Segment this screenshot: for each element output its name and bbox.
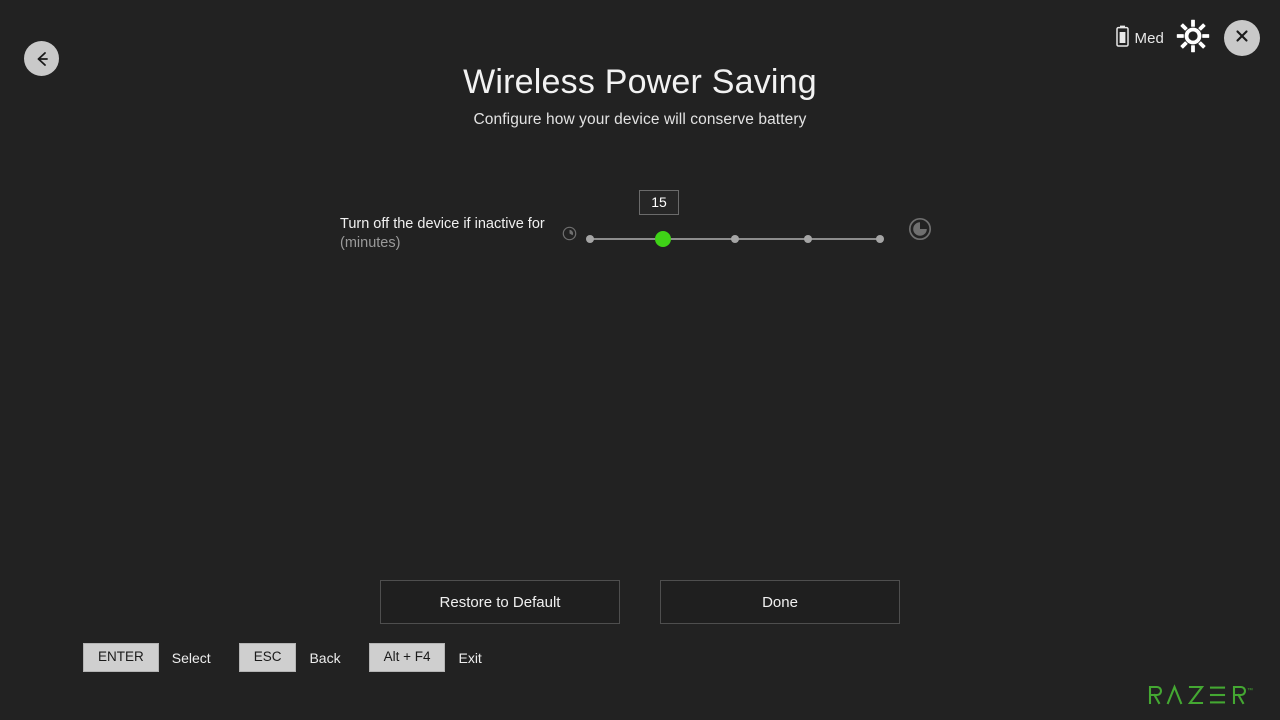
page-title: Wireless Power Saving xyxy=(463,63,817,101)
svg-text:™: ™ xyxy=(1247,687,1253,694)
slider-tick-4[interactable] xyxy=(876,235,884,243)
slider-tick-3[interactable] xyxy=(803,235,812,243)
razer-logo: ™ xyxy=(1148,684,1256,706)
keycap-alt-f4[interactable]: Alt + F4 xyxy=(368,643,446,672)
key-hints-bar: ENTER Select ESC Back Alt + F4 Exit xyxy=(83,643,510,672)
slider-thumb[interactable] xyxy=(654,231,671,247)
restore-to-default-button[interactable]: Restore to Default xyxy=(380,580,620,624)
key-action-back: Back xyxy=(309,649,341,666)
settings-button[interactable] xyxy=(1173,18,1213,58)
setting-row-inactivity-timeout: Turn off the device if inactive for (min… xyxy=(340,190,940,253)
setting-label-unit: (minutes) xyxy=(340,235,401,251)
battery-status: Med xyxy=(1115,25,1164,52)
key-hint-back: ESC Back xyxy=(238,643,369,672)
status-cluster: Med xyxy=(1115,18,1260,58)
key-action-exit: Exit xyxy=(458,649,482,666)
key-hint-select: ENTER Select xyxy=(83,643,239,672)
keycap-enter[interactable]: ENTER xyxy=(83,643,159,672)
page-header: Wireless Power Saving Configure how your… xyxy=(0,60,1280,129)
setting-label-wrap: Turn off the device if inactive for (min… xyxy=(340,190,577,253)
slider-tick-2[interactable] xyxy=(731,235,739,243)
battery-level-label: Med xyxy=(1134,29,1164,47)
setting-label-main: Turn off the device if inactive for xyxy=(340,216,545,232)
page-subtitle: Configure how your device will conserve … xyxy=(473,111,807,128)
close-button[interactable] xyxy=(1224,20,1260,56)
battery-icon xyxy=(1115,25,1129,52)
gear-icon xyxy=(1176,19,1210,58)
setting-label: Turn off the device if inactive for (min… xyxy=(340,215,555,253)
clock-icon-small xyxy=(562,226,577,241)
keycap-esc[interactable]: ESC xyxy=(238,643,297,672)
key-action-select: Select xyxy=(171,649,211,666)
razer-wordmark-icon: ™ xyxy=(1148,684,1253,705)
clock-icon-large xyxy=(908,217,932,241)
key-hint-exit: Alt + F4 Exit xyxy=(368,643,510,672)
slider-zone: 15 xyxy=(586,190,932,249)
slider-value-badge[interactable]: 15 xyxy=(639,190,679,215)
done-button[interactable]: Done xyxy=(660,580,900,624)
close-icon xyxy=(1232,26,1252,51)
slider-inactivity-timeout[interactable] xyxy=(586,229,884,249)
slider-tick-0[interactable] xyxy=(586,235,594,243)
action-buttons: Restore to Default Done xyxy=(0,580,1280,624)
